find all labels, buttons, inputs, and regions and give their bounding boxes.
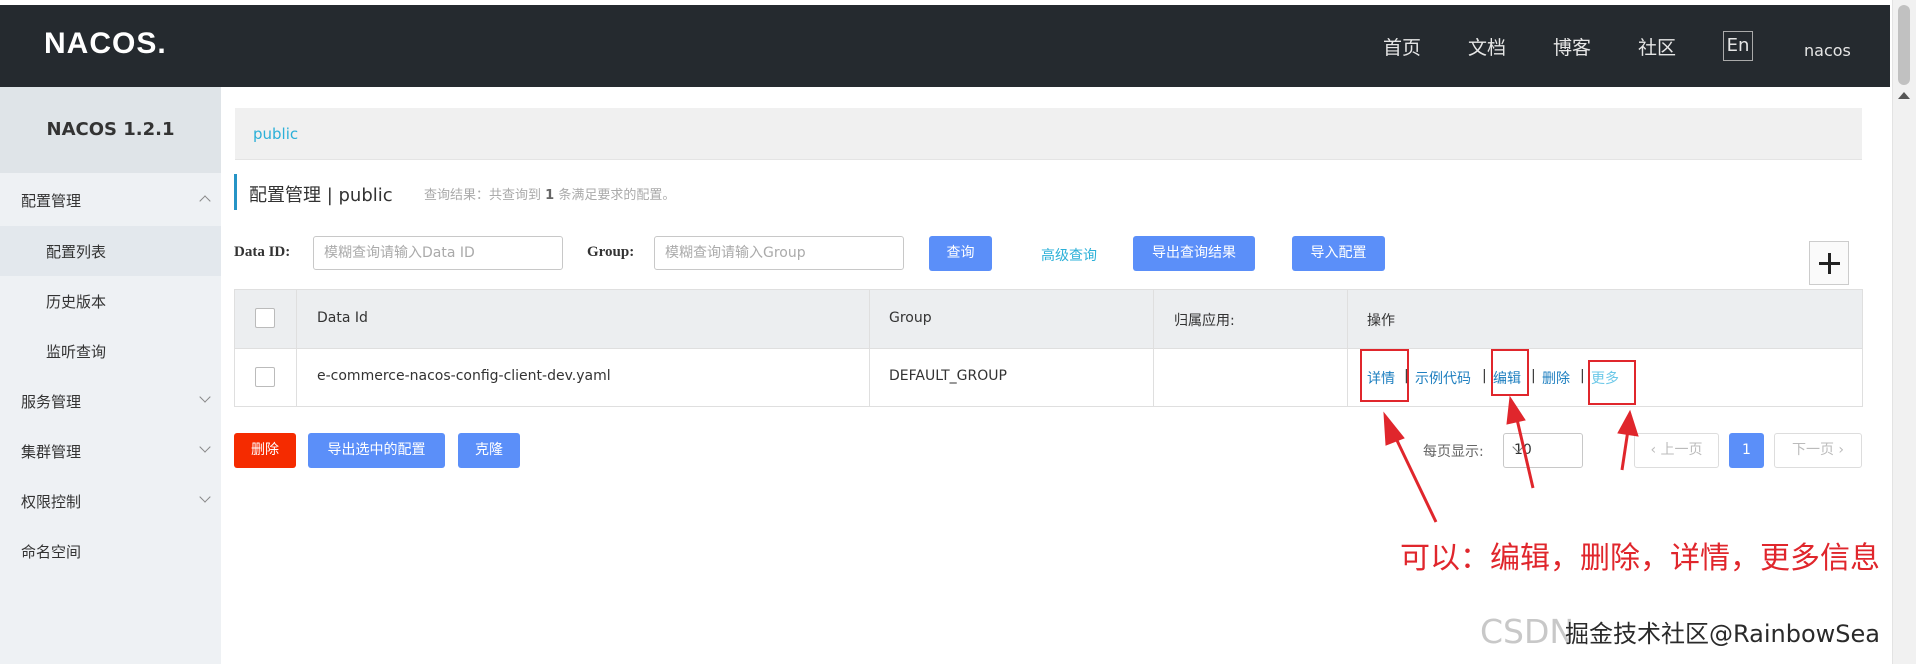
- juejin-watermark: 掘金技术社区@RainbowSea: [1565, 620, 1880, 648]
- csdn-watermark: CSDN: [1480, 612, 1575, 651]
- annotation-text: 可以：编辑，删除，详情，更多信息: [1400, 541, 1880, 576]
